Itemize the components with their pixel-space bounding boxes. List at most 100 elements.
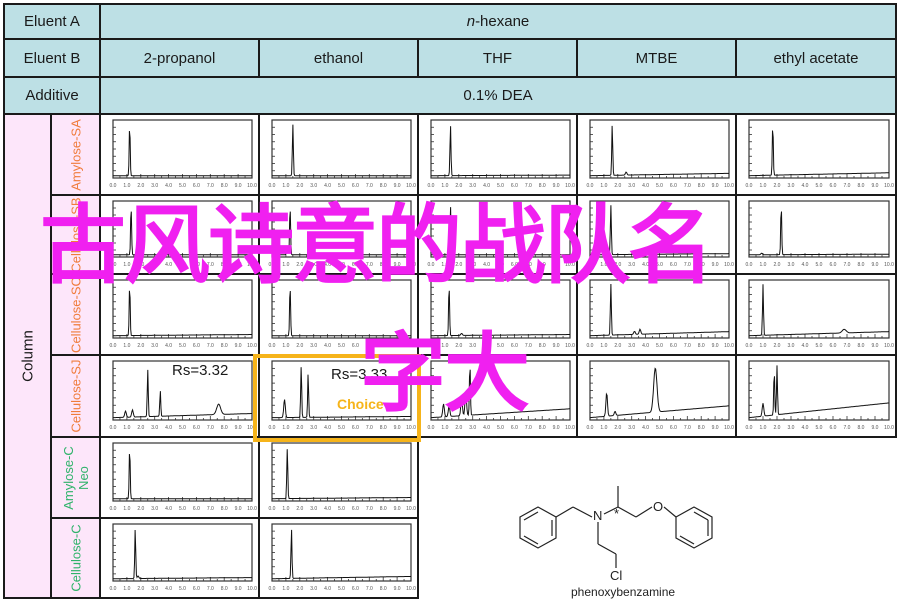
x-tick-label: 3.0 <box>151 586 158 592</box>
chromatogram-plot: 0.0 1.0 2.0 3.0 4.0 5.0 6.0 7.0 8.0 9.0 10.0 <box>746 279 894 349</box>
x-tick-label: 0.0 <box>746 425 753 431</box>
x-tick-label: 10.0 <box>884 183 894 189</box>
chromatogram-cell-r1-c4: 0.0 1.0 2.0 3.0 4.0 5.0 6.0 7.0 8.0 9.0 10.0 <box>735 194 897 275</box>
x-tick-label: 3.0 <box>788 425 795 431</box>
x-tick-label: 5.0 <box>179 586 186 592</box>
additive-label: Additive <box>3 76 101 115</box>
x-tick-label: 9.0 <box>872 183 879 189</box>
row-label-amylose-c-neo: Amylose-C Neo <box>60 445 91 510</box>
rs-annotation-1: Rs=3.32 <box>172 362 229 379</box>
x-tick-label: 2.0 <box>774 183 781 189</box>
x-tick-label: 1.0 <box>123 506 130 512</box>
x-tick-label: 8.0 <box>858 343 865 349</box>
x-tick-label: 6.0 <box>670 425 677 431</box>
x-tick-label: 10.0 <box>884 343 894 349</box>
x-tick-label: 10.0 <box>884 262 894 268</box>
x-tick-label: 1.0 <box>123 343 130 349</box>
x-tick-label: 9.0 <box>712 183 719 189</box>
phenoxybenzamine-structure: N O Cl * <box>519 486 713 580</box>
x-tick-label: 4.0 <box>642 425 649 431</box>
x-tick-label: 1.0 <box>760 425 767 431</box>
x-tick-label: 1.0 <box>441 425 448 431</box>
x-tick-label: 5.0 <box>338 343 345 349</box>
x-tick-label: 1.0 <box>123 586 130 592</box>
x-tick-label: 4.0 <box>324 586 331 592</box>
row-label-cellulose-sj: Cellulose-SJ <box>68 359 83 433</box>
x-tick-label: 9.0 <box>712 425 719 431</box>
x-tick-label: 2.0 <box>137 183 144 189</box>
x-tick-label: 7.0 <box>366 183 373 189</box>
x-tick-label: 8.0 <box>380 506 387 512</box>
x-tick-label: 8.0 <box>858 262 865 268</box>
overlay-text-line2: 字大 <box>360 324 530 424</box>
x-tick-label: 10.0 <box>406 183 416 189</box>
x-tick-label: 0.0 <box>269 183 276 189</box>
additive-value: 0.1% DEA <box>99 76 897 115</box>
x-tick-label: 1.0 <box>760 183 767 189</box>
x-tick-label: 3.0 <box>788 262 795 268</box>
x-tick-label: 2.0 <box>296 586 303 592</box>
x-tick-label: 7.0 <box>525 183 532 189</box>
chromatogram-plot: 0.0 1.0 2.0 3.0 4.0 5.0 6.0 7.0 8.0 9.0 10.0 <box>746 200 894 268</box>
x-tick-label: 8.0 <box>698 183 705 189</box>
x-tick-label: 5.0 <box>179 506 186 512</box>
x-tick-label: 7.0 <box>844 425 851 431</box>
chromatogram-cell-r4-c0: 0.0 1.0 2.0 3.0 4.0 5.0 6.0 7.0 8.0 9.0 10.0 <box>99 436 260 519</box>
x-tick-label: 6.0 <box>193 183 200 189</box>
chromatogram-cell-r3-c3: 0.0 1.0 2.0 3.0 4.0 5.0 6.0 7.0 8.0 9.0 10.0 <box>576 354 737 438</box>
x-tick-label: 4.0 <box>802 343 809 349</box>
plot-frame <box>748 360 890 421</box>
x-tick-label: 10.0 <box>247 586 257 592</box>
x-tick-label: 2.0 <box>614 425 621 431</box>
x-tick-label: 7.0 <box>366 506 373 512</box>
x-tick-label: 3.0 <box>469 425 476 431</box>
x-tick-label: 10.0 <box>724 262 734 268</box>
x-tick-label: 2.0 <box>614 183 621 189</box>
chromatogram-cell-r0-c1: 0.0 1.0 2.0 3.0 4.0 5.0 6.0 7.0 8.0 9.0 10.0 <box>258 113 419 196</box>
x-tick-label: 3.0 <box>310 506 317 512</box>
x-tick-label: 4.0 <box>642 343 649 349</box>
x-tick-label: 2.0 <box>774 343 781 349</box>
x-tick-label: 7.0 <box>844 183 851 189</box>
x-tick-label: 9.0 <box>235 586 242 592</box>
chromatogram-plot: 0.0 1.0 2.0 3.0 4.0 5.0 6.0 7.0 8.0 9.0 10.0 <box>746 360 894 431</box>
chromatogram-cell-r4-c1: 0.0 1.0 2.0 3.0 4.0 5.0 6.0 7.0 8.0 9.0 10.0 <box>258 436 419 519</box>
x-tick-label: 0.0 <box>269 506 276 512</box>
x-tick-label: 6.0 <box>830 183 837 189</box>
x-tick-label: 7.0 <box>684 343 691 349</box>
plot-frame <box>271 442 412 502</box>
x-tick-label: 8.0 <box>380 586 387 592</box>
x-tick-label: 5.0 <box>656 343 663 349</box>
x-tick-label: 2.0 <box>455 183 462 189</box>
x-tick-label: 0.0 <box>746 343 753 349</box>
benzene-ring-right <box>675 506 713 549</box>
chromatogram-plot: 0.0 1.0 2.0 3.0 4.0 5.0 6.0 7.0 8.0 9.0 10.0 <box>587 360 734 431</box>
x-tick-label: 3.0 <box>469 183 476 189</box>
x-tick-label: 9.0 <box>394 586 401 592</box>
chromatogram-cell-r2-c4: 0.0 1.0 2.0 3.0 4.0 5.0 6.0 7.0 8.0 9.0 10.0 <box>735 273 897 356</box>
x-tick-label: 9.0 <box>394 183 401 189</box>
atom-cl: Cl <box>610 568 622 580</box>
eluent-a-italic: n <box>466 13 476 30</box>
x-tick-label: 6.0 <box>670 183 677 189</box>
x-tick-label: 1.0 <box>282 586 289 592</box>
x-tick-label: 9.0 <box>235 183 242 189</box>
x-tick-label: 4.0 <box>324 343 331 349</box>
chromatogram-plot: 0.0 1.0 2.0 3.0 4.0 5.0 6.0 7.0 8.0 9.0 10.0 <box>269 119 416 189</box>
eluent-b-col-3: MTBE <box>576 38 737 78</box>
x-tick-label: 5.0 <box>338 183 345 189</box>
x-tick-label: 8.0 <box>221 183 228 189</box>
x-tick-label: 9.0 <box>553 425 560 431</box>
x-tick-label: 6.0 <box>511 183 518 189</box>
x-tick-label: 4.0 <box>483 425 490 431</box>
x-tick-label: 1.0 <box>441 183 448 189</box>
x-tick-label: 4.0 <box>165 343 172 349</box>
x-tick-label: 5.0 <box>656 183 663 189</box>
x-tick-label: 6.0 <box>193 506 200 512</box>
chromatogram-cell-r5-c1: 0.0 1.0 2.0 3.0 4.0 5.0 6.0 7.0 8.0 9.0 10.0 <box>258 517 419 599</box>
overlay-text-line1: 古风诗意的战队名 <box>40 196 714 296</box>
eluent-a-rest: -hexane <box>475 13 530 30</box>
benzene-ring-left <box>519 506 557 549</box>
x-tick-label: 4.0 <box>165 506 172 512</box>
x-tick-label: 10.0 <box>247 506 257 512</box>
